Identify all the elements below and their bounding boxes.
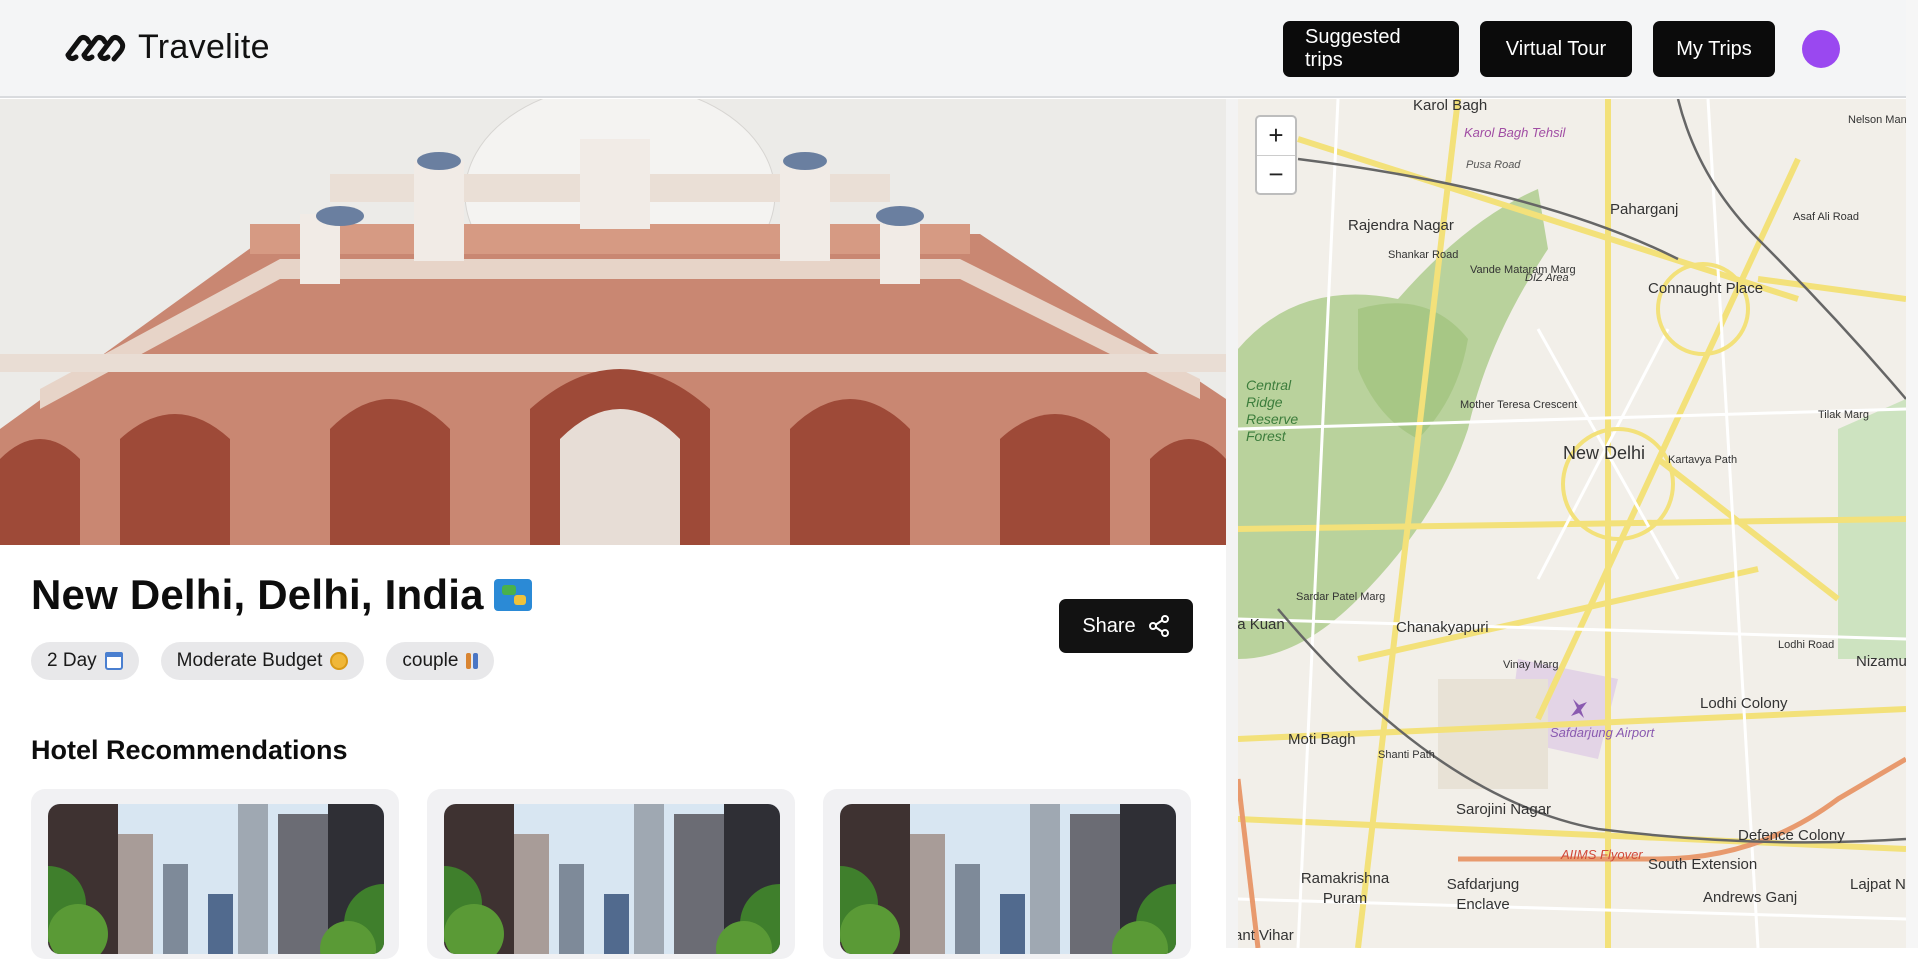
hotel-image bbox=[444, 804, 780, 954]
map-label: Rajendra Nagar bbox=[1348, 217, 1454, 234]
hotel-card[interactable] bbox=[31, 789, 399, 959]
nav-my-trips-button[interactable]: My Trips bbox=[1653, 21, 1775, 77]
map-label: Shankar Road bbox=[1388, 249, 1459, 261]
map-label: Kartavya Path bbox=[1668, 454, 1738, 466]
map-label: Pusa Road bbox=[1466, 159, 1521, 171]
user-avatar[interactable] bbox=[1802, 30, 1840, 68]
map-label: Shanti Path bbox=[1378, 749, 1435, 761]
map-label: Defence Colony bbox=[1738, 827, 1845, 844]
share-button[interactable]: Share bbox=[1059, 599, 1193, 653]
travelers-label: couple bbox=[402, 650, 459, 671]
map-label: Central Ridge Reserve Forest bbox=[1246, 377, 1299, 444]
map-label: Safdarjung Airport bbox=[1550, 725, 1655, 740]
map-label: Vinay Marg bbox=[1503, 659, 1559, 671]
brand-name: Travelite bbox=[138, 28, 270, 66]
map-label: Karol Bagh Tehsil bbox=[1464, 125, 1566, 140]
map-label: Dhaula Kuan bbox=[1238, 616, 1285, 633]
travelers-chip: couple bbox=[386, 642, 495, 680]
budget-label: Moderate Budget bbox=[176, 650, 323, 671]
map-label: Moti Bagh bbox=[1288, 731, 1356, 748]
trip-map[interactable]: + − Karol Bagh Karol Bagh Tehsil Pusa Ro… bbox=[1238, 99, 1906, 948]
panel-divider bbox=[1226, 99, 1238, 948]
map-tiles bbox=[1238, 99, 1906, 948]
world-map-icon bbox=[493, 579, 532, 611]
hotel-cards bbox=[31, 789, 1191, 959]
coin-icon bbox=[330, 652, 349, 670]
map-label: Chanakyapuri bbox=[1396, 619, 1489, 636]
map-label: Tilak Marg bbox=[1818, 409, 1869, 421]
couple-icon bbox=[466, 653, 479, 669]
map-label: New Delhi bbox=[1563, 443, 1646, 463]
map-label: Safdarjung Enclave bbox=[1446, 876, 1520, 913]
map-label: South Extension bbox=[1648, 856, 1758, 873]
trip-details-panel: New Delhi, Delhi, India 2 Day Moderate B… bbox=[0, 545, 1226, 959]
map-label: Ramakrishna Puram bbox=[1300, 870, 1390, 907]
calendar-icon bbox=[104, 652, 123, 670]
hotel-image bbox=[48, 804, 384, 954]
budget-chip: Moderate Budget bbox=[160, 642, 365, 680]
map-label: Sant Vihar bbox=[1238, 927, 1294, 944]
map-label: Asaf Ali Road bbox=[1793, 211, 1860, 223]
map-label: Sarojini Nagar bbox=[1456, 801, 1552, 818]
page-scrollbar[interactable] bbox=[1906, 0, 1918, 948]
hotel-card[interactable] bbox=[427, 789, 795, 959]
hotel-image bbox=[840, 804, 1176, 954]
map-label: DIZ Area bbox=[1525, 272, 1569, 284]
zoom-control: + − bbox=[1255, 115, 1297, 195]
zoom-out-button[interactable]: − bbox=[1257, 156, 1295, 194]
map-label: Mother Teresa Crescent bbox=[1460, 399, 1578, 411]
duration-label: 2 Day bbox=[47, 650, 97, 671]
map-label: Nelson Mandela Marg bbox=[1848, 114, 1906, 126]
map-label: Andrews Ganj bbox=[1703, 889, 1798, 906]
humayun-tomb-illustration bbox=[0, 99, 1226, 545]
map-label: AIIMS Flyover bbox=[1561, 847, 1643, 862]
nav-suggested-trips-button[interactable]: Suggested trips bbox=[1283, 21, 1459, 77]
trip-title-row: New Delhi, Delhi, India bbox=[31, 571, 532, 619]
share-label: Share bbox=[1082, 614, 1136, 637]
map-label: Lajpat Nagar bbox=[1850, 876, 1906, 893]
main-nav: Suggested trips Virtual Tour My Trips bbox=[1283, 21, 1906, 77]
hotel-section-title: Hotel Recommendations bbox=[31, 735, 348, 765]
map-label: Paharganj bbox=[1610, 201, 1679, 218]
trip-chips: 2 Day Moderate Budget couple bbox=[31, 642, 495, 680]
map-label: Connaught Place bbox=[1648, 280, 1764, 297]
map-label: Lodhi Road bbox=[1778, 639, 1835, 651]
map-label: Sardar Patel Marg bbox=[1296, 591, 1386, 603]
destination-hero-image bbox=[0, 99, 1226, 545]
top-navbar: Travelite Suggested trips Virtual Tour M… bbox=[0, 0, 1906, 98]
brand-logo[interactable]: Travelite bbox=[62, 28, 270, 67]
zoom-in-button[interactable]: + bbox=[1257, 117, 1295, 156]
map-label: Karol Bagh bbox=[1413, 99, 1488, 114]
map-label: Nizamuddin bbox=[1856, 653, 1906, 670]
map-label: Lodhi Colony bbox=[1700, 695, 1788, 712]
share-icon bbox=[1148, 615, 1169, 637]
trip-title: New Delhi, Delhi, India bbox=[31, 571, 484, 618]
hotel-card[interactable] bbox=[823, 789, 1191, 959]
duration-chip: 2 Day bbox=[31, 642, 139, 680]
infinity-logo-icon bbox=[65, 34, 126, 61]
nav-virtual-tour-button[interactable]: Virtual Tour bbox=[1480, 21, 1632, 77]
